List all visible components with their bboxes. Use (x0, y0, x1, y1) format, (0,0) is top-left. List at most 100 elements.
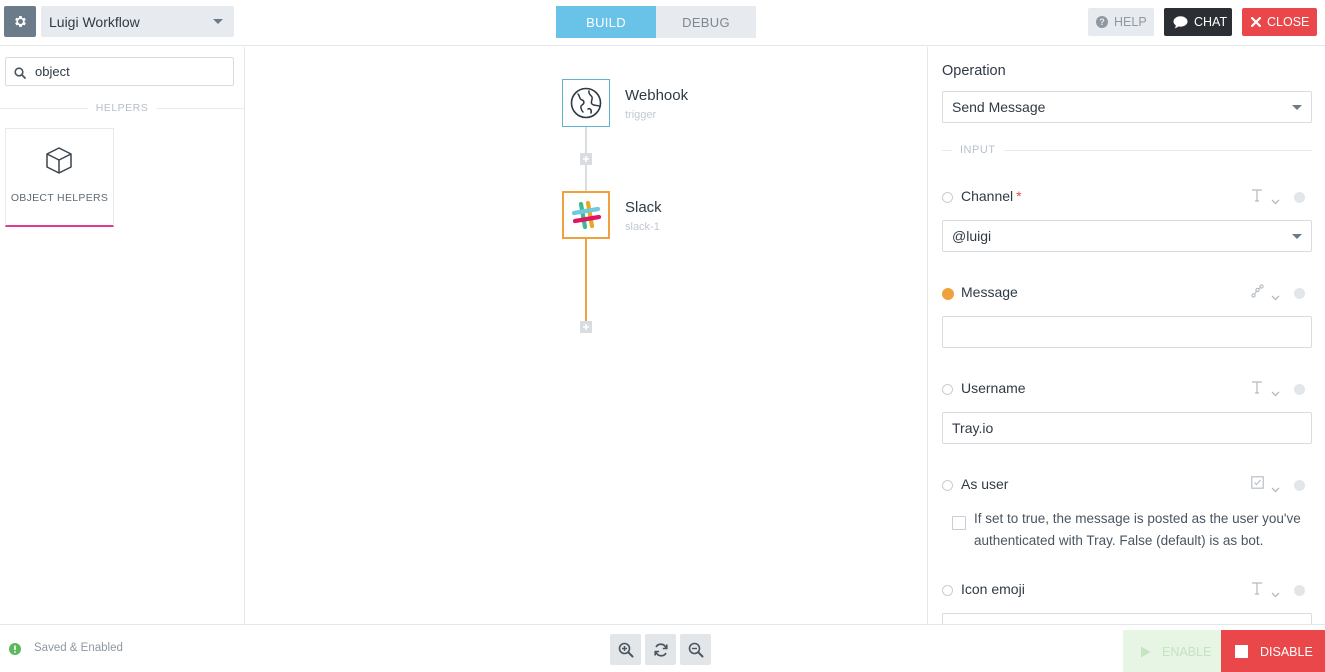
search-box (5, 57, 234, 86)
search-icon (14, 66, 26, 82)
helper-card-label: OBJECT HELPERS (10, 192, 109, 204)
tab-debug[interactable]: DEBUG (656, 6, 756, 38)
node-webhook[interactable] (562, 79, 610, 127)
slack-icon (571, 200, 602, 230)
field-label: Username (961, 380, 1026, 396)
stop-icon (1235, 645, 1248, 658)
node-slack-title: Slack (625, 199, 662, 216)
top-bar: Luigi Workflow BUILD DEBUG ? HELP CHAT C… (0, 0, 1325, 46)
chevron-down-icon[interactable] (1271, 585, 1280, 601)
required-mark: * (1016, 188, 1022, 204)
text-type-icon[interactable] (1251, 581, 1263, 598)
field-label: Channel * (961, 188, 1022, 204)
field-username-header: Username (942, 379, 1312, 399)
username-input[interactable] (942, 412, 1312, 444)
node-webhook-title: Webhook (625, 87, 689, 104)
mode-tabs: BUILD DEBUG (556, 6, 756, 38)
helpers-section-divider: HELPERS (0, 100, 244, 116)
enable-button[interactable]: ENABLE (1123, 630, 1221, 672)
help-button[interactable]: ? HELP (1088, 8, 1154, 36)
connector-line (585, 165, 587, 191)
channel-value: @luigi (952, 228, 992, 244)
workflow-canvas[interactable]: Webhook trigger Slack slack-1 (245, 47, 927, 624)
plus-icon (583, 324, 589, 330)
field-options-dot[interactable] (1294, 288, 1305, 299)
field-options-dot[interactable] (1294, 384, 1305, 395)
close-button[interactable]: CLOSE (1242, 8, 1317, 36)
disable-label: DISABLE (1260, 644, 1313, 659)
field-label: Message (961, 284, 1018, 300)
close-icon (1251, 17, 1261, 27)
node-slack[interactable] (562, 191, 610, 239)
text-type-icon[interactable] (1251, 188, 1263, 205)
settings-button[interactable] (4, 6, 36, 37)
connector-line (585, 127, 587, 153)
close-label: CLOSE (1267, 15, 1310, 29)
gear-icon (14, 16, 26, 27)
operation-value: Send Message (952, 99, 1046, 115)
play-icon (1141, 646, 1151, 657)
input-section-divider: INPUT (942, 143, 1312, 157)
field-as-user-header: As user (942, 475, 1312, 495)
message-input[interactable] (942, 316, 1312, 348)
reset-zoom-button[interactable] (645, 634, 676, 665)
tab-build[interactable]: BUILD (556, 6, 656, 38)
field-channel-header: Channel * (942, 187, 1312, 207)
field-radio[interactable] (942, 384, 953, 395)
divider-line (156, 107, 244, 109)
chevron-down-icon[interactable] (1271, 288, 1280, 304)
field-message-header: Message (942, 283, 1312, 303)
chat-bubble-icon (1173, 15, 1188, 29)
field-label: Icon emoji (961, 581, 1025, 597)
checkbox-type-icon[interactable] (1251, 476, 1264, 492)
globe-icon (570, 87, 602, 119)
enable-label: ENABLE (1162, 644, 1212, 659)
svg-text:?: ? (1099, 17, 1105, 27)
field-radio[interactable] (942, 480, 953, 491)
caret-down-icon (1292, 105, 1302, 110)
status-text: Saved & Enabled (34, 642, 123, 654)
reset-zoom-icon (653, 642, 668, 657)
helpers-section-label: HELPERS (95, 102, 149, 114)
field-options-dot[interactable] (1294, 480, 1305, 491)
chevron-down-icon[interactable] (1271, 384, 1280, 400)
workflow-name: Luigi Workflow (49, 13, 140, 30)
chevron-down-icon[interactable] (1271, 192, 1280, 208)
field-status-warning[interactable] (942, 288, 954, 300)
chat-button[interactable]: CHAT (1164, 8, 1232, 36)
field-label: As user (961, 476, 1009, 492)
field-radio[interactable] (942, 585, 953, 596)
divider-line (1003, 149, 1312, 151)
zoom-out-icon (688, 642, 703, 657)
connector-line-active (585, 239, 587, 321)
as-user-checkbox[interactable] (952, 516, 966, 530)
jsonpath-icon[interactable] (1251, 284, 1264, 301)
caret-down-icon (213, 19, 223, 24)
icon-emoji-input[interactable] (942, 613, 1312, 624)
node-webhook-subtitle: trigger (625, 109, 657, 121)
question-circle-icon: ? (1096, 16, 1108, 28)
plus-icon (583, 156, 589, 162)
add-step-button[interactable] (580, 153, 592, 165)
field-options-dot[interactable] (1294, 585, 1305, 596)
zoom-in-button[interactable] (610, 634, 641, 665)
search-input[interactable] (35, 64, 225, 79)
field-radio[interactable] (942, 192, 953, 203)
channel-select[interactable]: @luigi (942, 220, 1312, 252)
add-step-button[interactable] (580, 321, 592, 333)
cube-icon (44, 145, 74, 178)
operation-select[interactable]: Send Message (942, 91, 1312, 123)
disable-button[interactable]: DISABLE (1221, 630, 1325, 672)
helper-card-object-helpers[interactable]: OBJECT HELPERS (5, 128, 114, 227)
zoom-out-button[interactable] (680, 634, 711, 665)
input-section-label: INPUT (960, 144, 996, 156)
field-icon-emoji-header: Icon emoji (942, 580, 1312, 600)
divider-line (942, 149, 952, 151)
divider-line (0, 107, 88, 109)
zoom-in-icon (618, 642, 633, 657)
text-type-icon[interactable] (1251, 380, 1263, 397)
field-options-dot[interactable] (1294, 192, 1305, 203)
chevron-down-icon[interactable] (1271, 480, 1280, 496)
workflow-select[interactable]: Luigi Workflow (41, 6, 234, 37)
chat-label: CHAT (1194, 15, 1228, 29)
